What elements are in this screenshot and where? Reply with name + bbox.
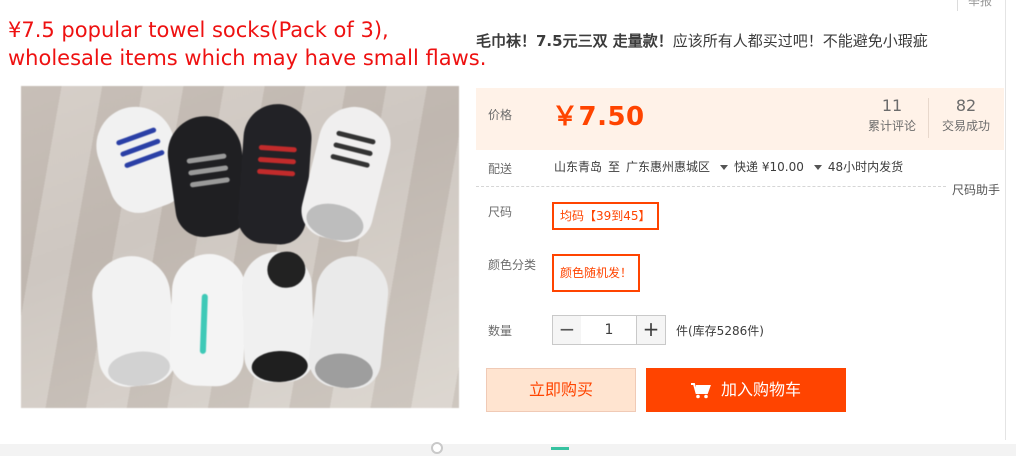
size-label: 尺码 <box>488 205 513 219</box>
quantity-label: 数量 <box>488 324 513 338</box>
quantity-minus-button[interactable]: − <box>552 315 582 345</box>
product-title-bold: 毛巾袜！7.5元三双 走量款！ <box>476 32 673 50</box>
report-link[interactable]: 举报 <box>956 0 992 11</box>
bottom-indicator-green <box>551 447 569 450</box>
ship-destination[interactable]: 广东惠州惠城区 <box>626 160 710 174</box>
sales-label: 交易成功 <box>941 119 990 133</box>
color-option[interactable]: 颜色随机发！ <box>552 254 641 292</box>
price-label: 价格 <box>488 108 513 122</box>
reviews-stat[interactable]: 11 累计评论 <box>856 96 928 134</box>
size-helper-link[interactable]: 尺码助手 <box>952 181 1000 198</box>
reviews-label: 累计评论 <box>867 119 916 133</box>
quantity-plus-button[interactable]: + <box>636 315 666 345</box>
bottom-bar <box>0 444 1016 456</box>
ship-from: 山东青岛 <box>554 160 603 174</box>
ship-dispatch: 48小时内发货 <box>827 160 904 174</box>
add-to-cart-button[interactable]: 加入购物车 <box>646 368 846 412</box>
stat-divider <box>928 98 929 138</box>
sock-image-6 <box>168 252 248 388</box>
destination-dropdown-icon[interactable] <box>720 165 729 170</box>
ship-to-word: 至 <box>608 160 621 174</box>
color-label: 颜色分类 <box>488 258 537 272</box>
dashed-divider <box>476 186 946 187</box>
quantity-input[interactable]: 1 <box>581 315 637 345</box>
sock-image-3 <box>236 101 314 247</box>
product-title-rest: 应该所有人都买过吧！不能避免小瑕疵 <box>672 32 928 50</box>
shipping-label: 配送 <box>488 162 513 176</box>
method-dropdown-icon[interactable] <box>813 165 822 170</box>
shipping-row: 山东青岛至广东惠州惠城区 快递 ¥10.00 48小时内发货 <box>554 158 909 175</box>
reviews-count: 11 <box>881 96 903 115</box>
price-value: ￥7.50 <box>552 102 645 132</box>
annotation-line-2: wholesale items which may have small fla… <box>8 46 487 70</box>
ship-method[interactable]: 快递 ¥10.00 <box>734 160 804 174</box>
annotation-line-1: ¥7.5 popular towel socks(Pack of 3), <box>8 18 389 42</box>
sales-stat: 82 交易成功 <box>930 96 1002 134</box>
sales-count: 82 <box>955 96 977 115</box>
bottom-indicator-dot <box>431 442 443 454</box>
product-title: 毛巾袜！7.5元三双 走量款！应该所有人都买过吧！不能避免小瑕疵 <box>476 30 996 52</box>
price-panel: 价格 ￥7.50 11 累计评论 82 交易成功 <box>476 88 1004 150</box>
sock-image-7 <box>240 250 316 384</box>
size-option[interactable]: 均码【39到45】 <box>552 202 659 230</box>
cart-icon <box>690 382 711 398</box>
right-divider <box>1005 0 1006 440</box>
annotation-text: ¥7.5 popular towel socks(Pack of 3), who… <box>8 16 486 72</box>
buy-now-button[interactable]: 立即购买 <box>486 368 636 412</box>
product-image[interactable] <box>21 86 459 408</box>
add-to-cart-label: 加入购物车 <box>720 380 801 399</box>
stock-text: 件(库存5286件) <box>676 324 764 338</box>
